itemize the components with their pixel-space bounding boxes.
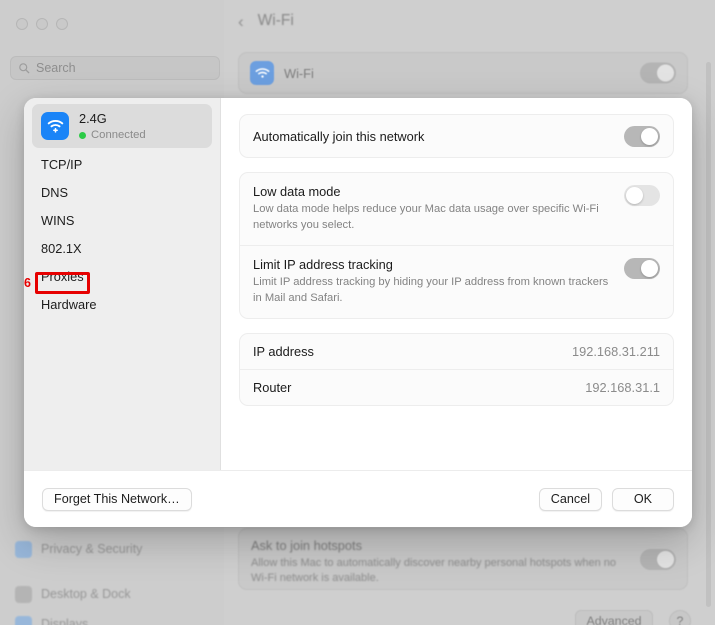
hotspots-toggle[interactable] <box>640 549 676 570</box>
sidebar-item-label: TCP/IP <box>41 156 83 172</box>
sidebar-item-label: Proxies <box>41 268 84 284</box>
router-label: Router <box>253 379 292 395</box>
limit-ip-tracking-toggle[interactable] <box>624 257 660 279</box>
wifi-toggle[interactable] <box>640 62 676 84</box>
back-chevron-icon[interactable]: ‹ <box>238 13 244 30</box>
sidebar-item-desktop-dock[interactable]: Desktop & Dock <box>8 580 216 608</box>
search-input[interactable]: Search <box>10 56 220 80</box>
search-placeholder: Search <box>36 61 76 75</box>
network-status: Connected <box>79 129 146 142</box>
desktop-icon <box>15 585 32 603</box>
network-name: 2.4G <box>79 110 107 126</box>
low-data-mode-label: Low data mode <box>253 184 341 199</box>
hotspots-description: Allow this Mac to automatically discover… <box>251 557 617 584</box>
search-icon <box>19 63 30 74</box>
limit-ip-tracking-label: Limit IP address tracking <box>253 256 393 272</box>
sidebar-item-displays[interactable]: Displays <box>8 610 216 625</box>
forget-network-button[interactable]: Forget This Network… <box>42 487 192 511</box>
sidebar-item-label: DNS <box>41 184 69 200</box>
pane-header: ‹ Wi-Fi <box>238 12 294 30</box>
sidebar-item-label: Privacy & Security <box>41 542 143 556</box>
annotation-step-number: 6 <box>24 276 31 290</box>
wifi-icon <box>41 112 69 140</box>
sheet-sidebar: 2.4G Connected TCP/IP DNS WINS 802.1X Pr… <box>24 98 221 470</box>
sheet-content: Automatically join this network Low data… <box>221 98 692 470</box>
close-button[interactable] <box>16 18 28 30</box>
router-value: 192.168.31.1 <box>585 379 660 395</box>
sidebar-item-proxies[interactable]: Proxies <box>32 262 212 290</box>
sidebar-item-dns[interactable]: DNS <box>32 178 212 206</box>
screen: Search Privacy & Security Desktop & Dock… <box>0 0 715 625</box>
wifi-glyph-icon <box>47 120 63 133</box>
sidebar-item-label: Displays <box>41 617 89 625</box>
cancel-button[interactable]: Cancel <box>538 487 602 511</box>
low-data-mode-toggle[interactable] <box>624 185 660 206</box>
ok-button[interactable]: OK <box>612 487 674 511</box>
scrollbar[interactable] <box>706 62 711 607</box>
auto-join-card: Automatically join this network <box>239 114 674 158</box>
zoom-button[interactable] <box>56 18 68 30</box>
hotspots-title: Ask to join hotspots <box>251 538 362 553</box>
ask-join-hotspots-card: Ask to join hotspots Allow this Mac to a… <box>238 528 688 590</box>
sidebar-item-wins[interactable]: WINS <box>32 206 212 234</box>
ip-address-label: IP address <box>253 343 314 359</box>
hand-icon <box>15 540 32 558</box>
network-info-card: IP address 192.168.31.211 Router 192.168… <box>239 332 674 406</box>
display-icon <box>15 615 32 625</box>
help-button[interactable]: ? <box>669 610 691 625</box>
ip-address-value: 192.168.31.211 <box>571 343 660 359</box>
sidebar-item-label: 802.1X <box>41 240 82 256</box>
auto-join-label: Automatically join this network <box>253 128 425 144</box>
sidebar-item-label: WINS <box>41 212 75 228</box>
advanced-button[interactable]: Advanced <box>575 610 653 625</box>
wifi-glyph-icon <box>255 68 269 78</box>
page-title: Wi-Fi <box>257 12 294 29</box>
window-traffic-lights[interactable] <box>16 18 68 30</box>
sidebar-item-8021x[interactable]: 802.1X <box>32 234 212 262</box>
limit-ip-tracking-description: Limit IP address tracking by hiding your… <box>253 275 609 304</box>
low-data-mode-description: Low data mode helps reduce your Mac data… <box>253 203 599 231</box>
sidebar-item-label: Hardware <box>41 296 97 312</box>
sheet-footer: Forget This Network… Cancel OK <box>24 470 692 527</box>
network-status-label: Connected <box>91 129 146 142</box>
sidebar-item-privacy-security[interactable]: Privacy & Security <box>8 535 216 563</box>
wifi-icon <box>250 61 274 85</box>
sidebar-item-network[interactable]: 2.4G Connected <box>32 104 212 148</box>
sidebar-item-label: Desktop & Dock <box>41 587 131 601</box>
auto-join-toggle[interactable] <box>624 126 660 147</box>
network-details-sheet: 2.4G Connected TCP/IP DNS WINS 802.1X Pr… <box>24 98 692 527</box>
sidebar-item-tcpip[interactable]: TCP/IP <box>32 150 212 178</box>
sidebar-item-hardware[interactable]: Hardware <box>32 290 212 318</box>
status-dot-icon <box>79 132 86 140</box>
minimize-button[interactable] <box>36 18 48 30</box>
data-privacy-card: Low data mode Low data mode helps reduce… <box>239 172 674 319</box>
wifi-toggle-card: Wi-Fi <box>238 52 688 94</box>
wifi-row-label: Wi-Fi <box>284 65 314 81</box>
